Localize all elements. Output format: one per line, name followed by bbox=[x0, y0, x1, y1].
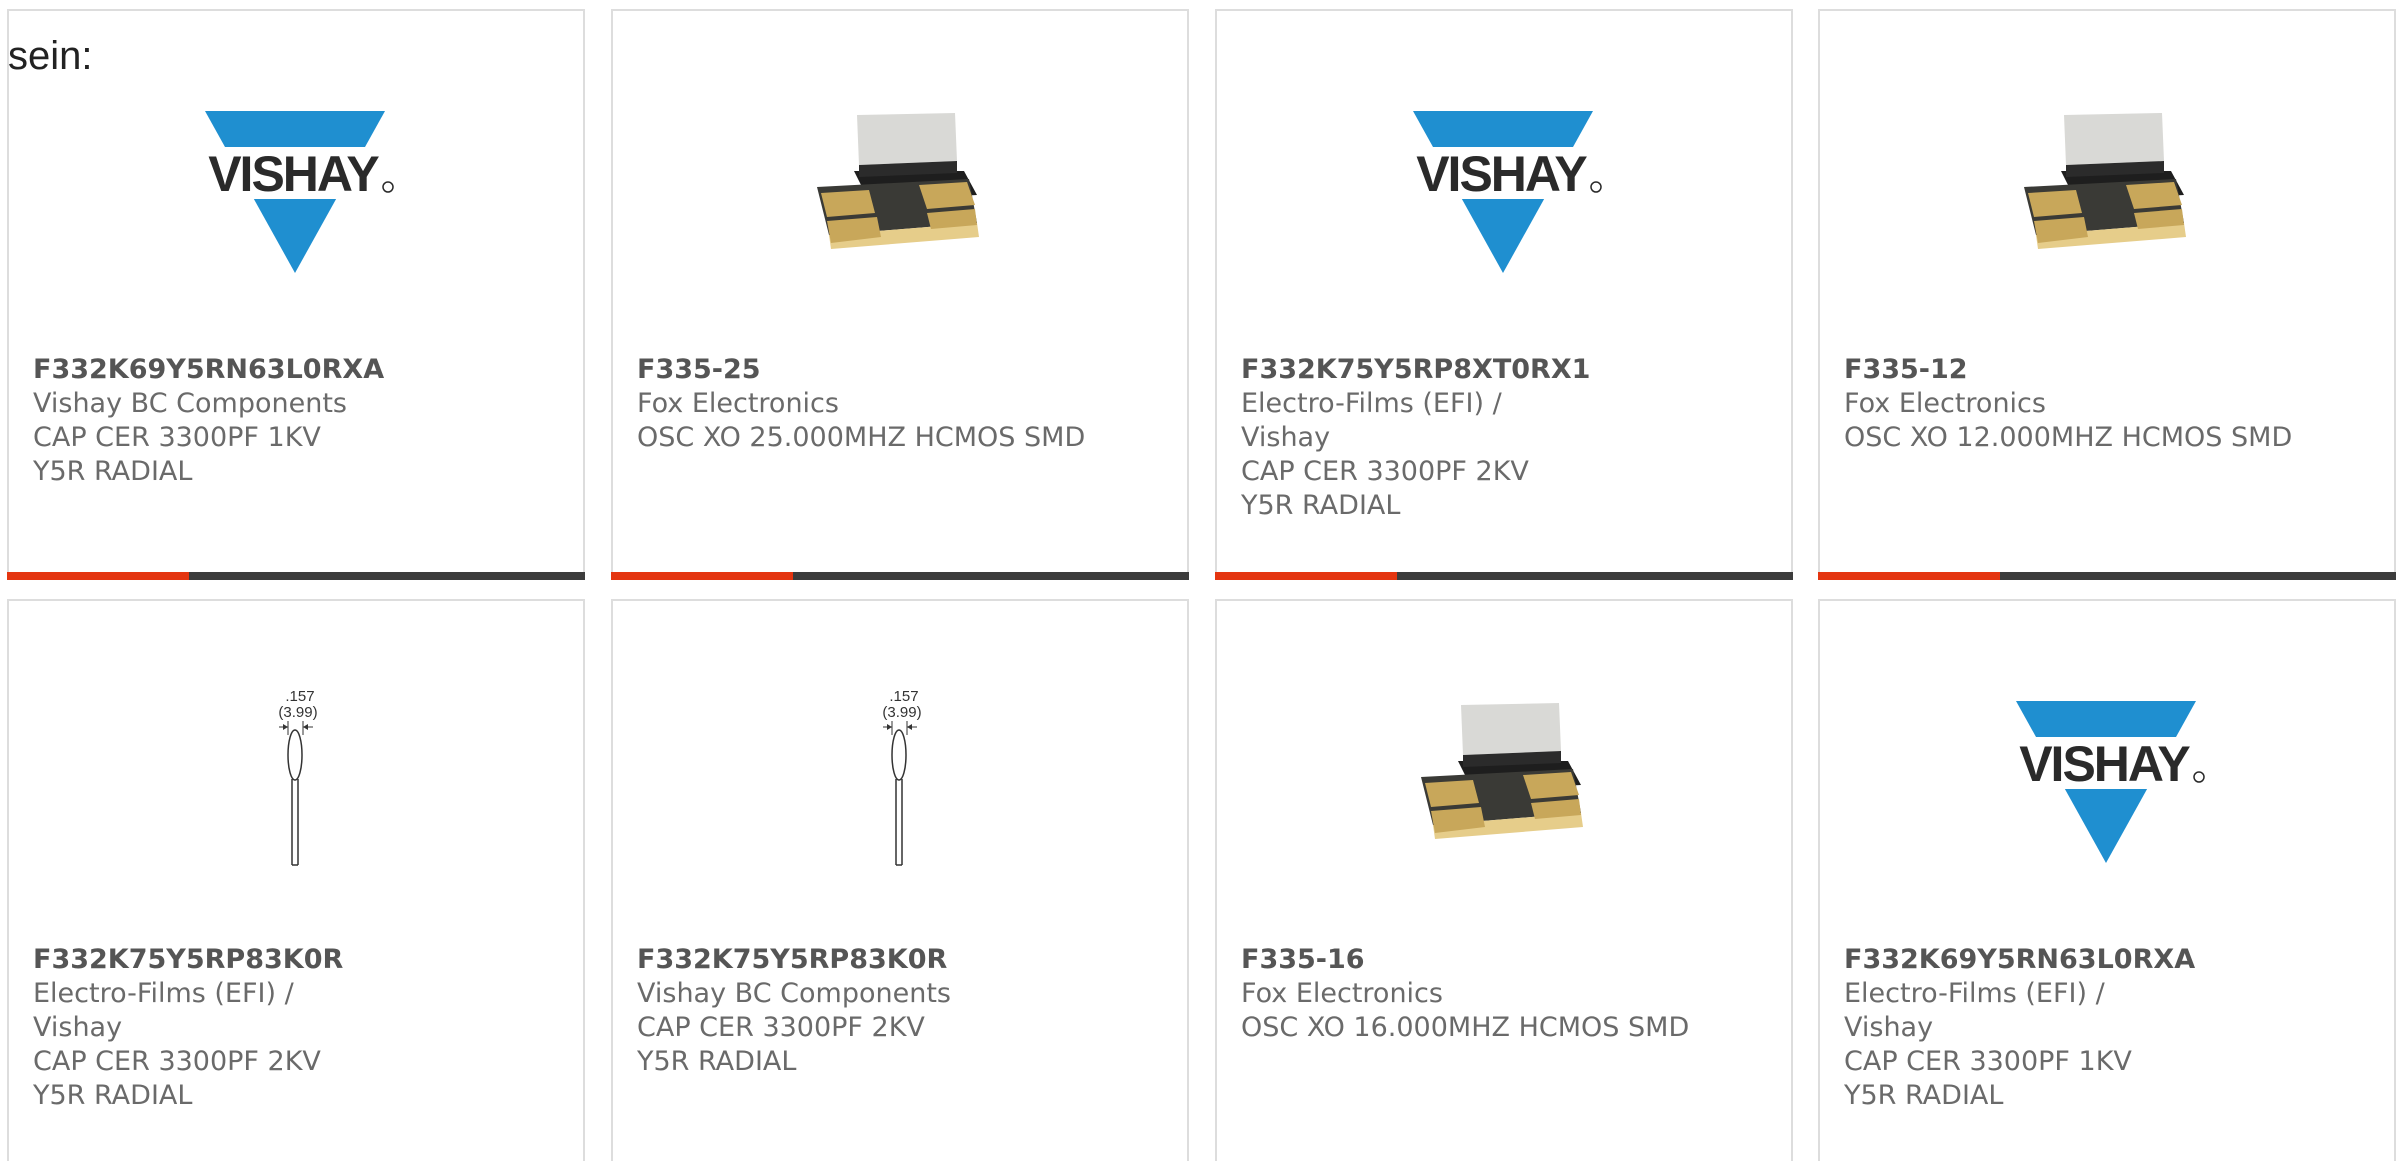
svg-text:VISHAY: VISHAY bbox=[208, 146, 379, 202]
product-grid: VISHAY F332K69Y5RN63L0RXA Vishay BC Comp… bbox=[0, 0, 2400, 1161]
manufacturer-name: Fox Electronics bbox=[637, 388, 839, 419]
product-description: CAP CER 3300PF 2KV Y5R RADIAL bbox=[637, 1012, 925, 1077]
part-number-link[interactable]: F332K69Y5RN63L0RXA bbox=[33, 353, 384, 387]
part-number-link[interactable]: F335-12 bbox=[1844, 353, 2364, 387]
intro-text: sein: bbox=[8, 34, 93, 78]
product-card[interactable]: VISHAY F332K75Y5RP8XT0RX1 Electro-Films … bbox=[1215, 9, 1793, 580]
radial-capacitor-drawing-icon: .157 (3.99) bbox=[799, 687, 999, 867]
part-number-link[interactable]: F332K69Y5RN63L0RXA bbox=[1844, 943, 2195, 977]
product-card[interactable]: .157 (3.99) F332K75Y5RP83K0R Vishay BC C… bbox=[611, 599, 1189, 1161]
vishay-logo-icon: VISHAY bbox=[195, 97, 395, 277]
smd-oscillator-icon bbox=[799, 97, 999, 277]
product-card[interactable]: F335-16 Fox Electronics OSC XO 16.000MHZ… bbox=[1215, 599, 1793, 1161]
product-card[interactable]: VISHAY F332K69Y5RN63L0RXA Vishay BC Comp… bbox=[7, 9, 585, 580]
card-accent-bar bbox=[7, 572, 189, 580]
part-number-link[interactable]: F335-25 bbox=[637, 353, 1157, 387]
card-accent-bar bbox=[611, 572, 793, 580]
product-description: CAP CER 3300PF 2KV Y5R RADIAL bbox=[33, 1046, 321, 1111]
product-card[interactable]: F335-25 Fox Electronics OSC XO 25.000MHZ… bbox=[611, 9, 1189, 580]
manufacturer-name: Electro-Films (EFI) / Vishay bbox=[1844, 978, 2105, 1043]
product-card[interactable]: .157 (3.99) F332K75Y5RP83K0R Electro-Fil… bbox=[7, 599, 585, 1161]
part-number-link[interactable]: F335-16 bbox=[1241, 943, 1761, 977]
svg-text:(3.99): (3.99) bbox=[278, 704, 317, 721]
card-accent-bar bbox=[1215, 572, 1397, 580]
manufacturer-name: Vishay BC Components bbox=[33, 388, 347, 419]
smd-oscillator-icon bbox=[2006, 97, 2206, 277]
svg-text:.157: .157 bbox=[285, 688, 314, 705]
part-number-link[interactable]: F332K75Y5RP83K0R bbox=[33, 943, 373, 977]
card-footer-bar bbox=[1215, 572, 1793, 580]
part-number-link[interactable]: F332K75Y5RP8XT0RX1 bbox=[1241, 353, 1590, 387]
svg-text:(3.99): (3.99) bbox=[882, 704, 921, 721]
manufacturer-name: Electro-Films (EFI) / Vishay bbox=[1241, 388, 1502, 453]
product-description: OSC XO 12.000MHZ HCMOS SMD bbox=[1844, 422, 2293, 453]
manufacturer-name: Fox Electronics bbox=[1844, 388, 2046, 419]
product-description: OSC XO 16.000MHZ HCMOS SMD bbox=[1241, 1012, 1690, 1043]
product-card[interactable]: VISHAY F332K69Y5RN63L0RXA Electro-Films … bbox=[1818, 599, 2396, 1161]
smd-oscillator-icon bbox=[1403, 687, 1603, 867]
card-footer-bar bbox=[611, 572, 1189, 580]
card-accent-bar bbox=[1818, 572, 2000, 580]
manufacturer-name: Fox Electronics bbox=[1241, 978, 1443, 1009]
product-description: CAP CER 3300PF 1KV Y5R RADIAL bbox=[33, 422, 321, 487]
manufacturer-name: Electro-Films (EFI) / Vishay bbox=[33, 978, 294, 1043]
svg-text:VISHAY: VISHAY bbox=[2019, 736, 2190, 792]
svg-text:.157: .157 bbox=[889, 688, 918, 705]
vishay-logo-icon: VISHAY bbox=[2006, 687, 2206, 867]
product-description: OSC XO 25.000MHZ HCMOS SMD bbox=[637, 422, 1086, 453]
product-card[interactable]: F335-12 Fox Electronics OSC XO 12.000MHZ… bbox=[1818, 9, 2396, 580]
part-number-link[interactable]: F332K75Y5RP83K0R bbox=[637, 943, 977, 977]
radial-capacitor-drawing-icon: .157 (3.99) bbox=[195, 687, 395, 867]
card-footer-bar bbox=[1818, 572, 2396, 580]
manufacturer-name: Vishay BC Components bbox=[637, 978, 951, 1009]
svg-text:VISHAY: VISHAY bbox=[1416, 146, 1587, 202]
card-footer-bar bbox=[7, 572, 585, 580]
vishay-logo-icon: VISHAY bbox=[1403, 97, 1603, 277]
product-description: CAP CER 3300PF 2KV Y5R RADIAL bbox=[1241, 456, 1529, 521]
product-description: CAP CER 3300PF 1KV Y5R RADIAL bbox=[1844, 1046, 2132, 1111]
